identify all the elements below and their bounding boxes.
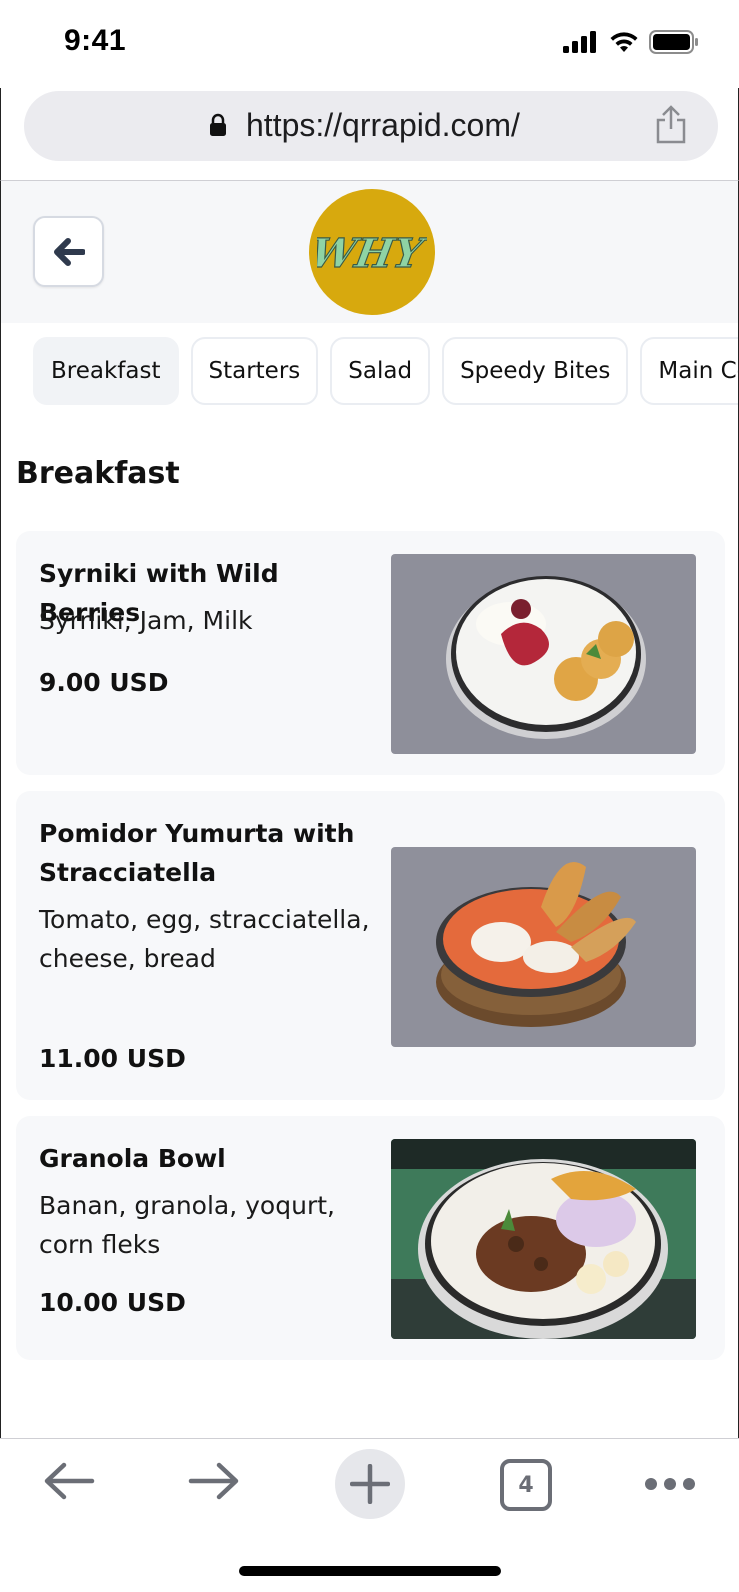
- item-price: 11.00 USD: [39, 1044, 186, 1073]
- item-photo: [391, 554, 696, 754]
- tab-main-course[interactable]: Main Co: [640, 337, 738, 405]
- item-photo: [391, 1139, 696, 1339]
- tab-starters[interactable]: Starters: [190, 337, 319, 405]
- url-bar-container: https://qrrapid.com/: [0, 88, 739, 180]
- arrow-left-icon: [53, 237, 85, 266]
- item-price: 9.00 USD: [39, 668, 169, 697]
- menu-item-card[interactable]: Granola Bowl Banan, granola, yoqurt, cor…: [16, 1116, 725, 1360]
- share-icon[interactable]: [654, 105, 688, 145]
- browser-back-button[interactable]: [42, 1461, 96, 1501]
- battery-icon: [649, 30, 698, 54]
- item-description: Tomato, egg, stracciatella, cheese, brea…: [39, 905, 370, 973]
- restaurant-logo: WHY: [309, 189, 435, 315]
- url-text: https://qrrapid.com/: [246, 107, 520, 143]
- status-time: 9:41: [64, 24, 127, 57]
- lock-icon: [210, 113, 226, 136]
- menu-item-card[interactable]: Pomidor Yumurta with Stracciatella Tomat…: [16, 791, 725, 1100]
- item-name: Granola Bowl: [39, 1144, 226, 1173]
- tabs-button[interactable]: 4: [500, 1459, 552, 1511]
- arrow-left-icon: [44, 1462, 95, 1500]
- tab-speedy-bites[interactable]: Speedy Bites: [442, 337, 629, 405]
- new-tab-button[interactable]: [335, 1449, 405, 1519]
- wifi-icon: [610, 32, 638, 52]
- status-bar: 9:41: [0, 0, 739, 90]
- web-page: WHY Breakfast Starters Salad Speedy Bite…: [0, 180, 739, 1439]
- svg-text:WHY: WHY: [317, 229, 427, 277]
- category-tabs: Breakfast Starters Salad Speedy Bites Ma…: [33, 337, 738, 405]
- signal-icon: [563, 31, 596, 53]
- ellipsis-icon: [645, 1478, 695, 1490]
- more-options-button[interactable]: [644, 1477, 696, 1491]
- arrow-right-icon: [188, 1462, 239, 1500]
- tab-breakfast[interactable]: Breakfast: [33, 337, 179, 405]
- item-name: Pomidor Yumurta with Stracciatella: [39, 819, 355, 887]
- menu-item-card[interactable]: Syrniki with Wild Berries Syrniki, Jam, …: [16, 531, 725, 775]
- item-price: 10.00 USD: [39, 1288, 186, 1317]
- item-photo: [391, 847, 696, 1047]
- browser-forward-button[interactable]: [187, 1461, 241, 1501]
- section-title: Breakfast: [16, 456, 180, 491]
- home-indicator: [239, 1566, 501, 1576]
- item-description: Syrniki, Jam, Milk: [39, 606, 253, 635]
- item-description: Banan, granola, yoqurt, corn fleks: [39, 1191, 335, 1259]
- tab-salad[interactable]: Salad: [330, 337, 431, 405]
- plus-icon: [350, 1464, 390, 1504]
- address-bar[interactable]: https://qrrapid.com/: [24, 91, 718, 161]
- back-button[interactable]: [33, 216, 104, 287]
- logo-wordmark: WHY: [317, 229, 427, 278]
- status-icons: [563, 30, 699, 54]
- page-header: WHY: [1, 181, 738, 323]
